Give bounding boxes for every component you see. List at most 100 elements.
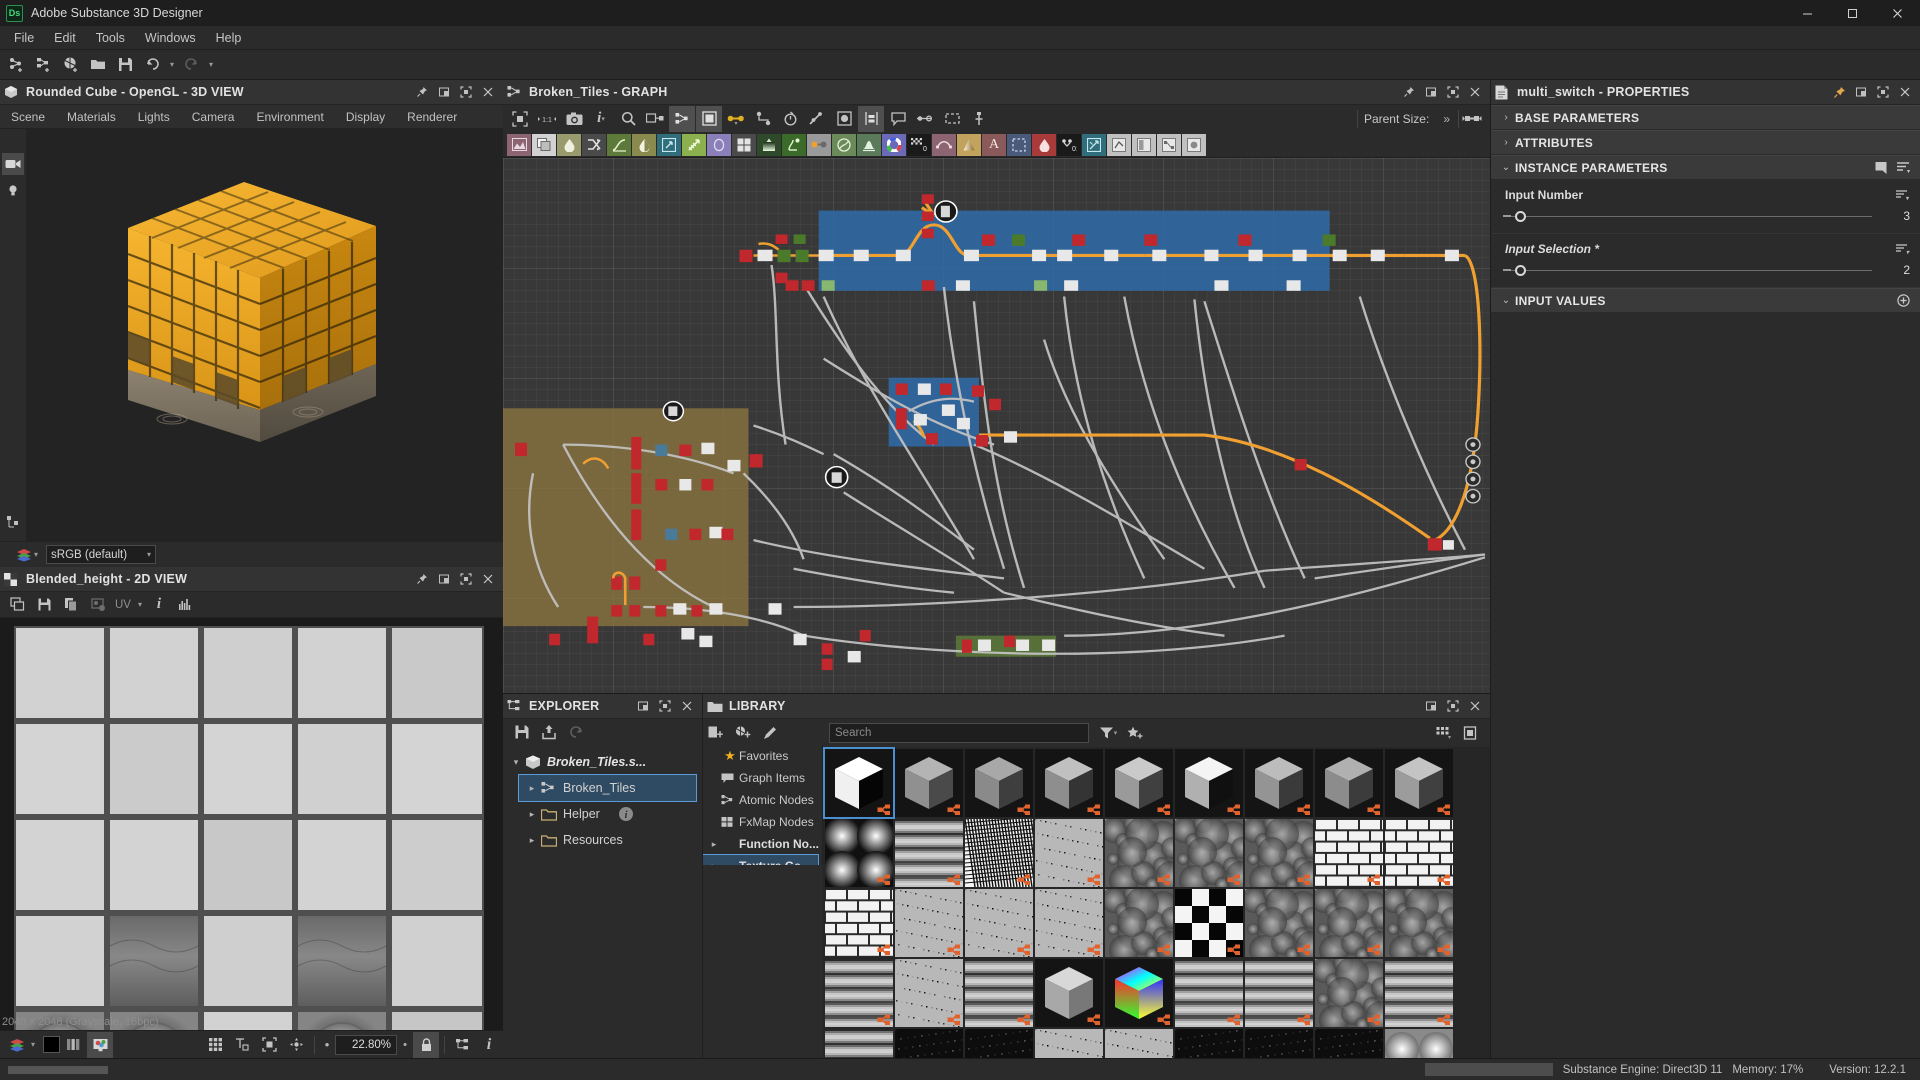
- chevron-right-icon[interactable]: ▸: [523, 809, 541, 820]
- section-input-values[interactable]: ⌄ INPUT VALUES: [1491, 288, 1920, 313]
- thumb-dirt-noise[interactable]: [895, 889, 963, 957]
- link-creation-mode-icon[interactable]: [642, 106, 668, 132]
- package-plus-icon[interactable]: [58, 52, 84, 78]
- tab-environment[interactable]: Environment: [245, 105, 334, 129]
- hsl-node-button[interactable]: [882, 133, 906, 156]
- thumb-bw-noise[interactable]: [965, 889, 1033, 957]
- info-icon[interactable]: i: [146, 592, 172, 618]
- redo-history-chevron-down-icon[interactable]: ▾: [205, 60, 217, 69]
- svg-node-button[interactable]: [532, 133, 556, 156]
- tile-generator-node-button[interactable]: [732, 133, 756, 156]
- thumb-grunge-4[interactable]: [1385, 889, 1453, 957]
- zoom-1-1-icon[interactable]: 1:1: [534, 106, 560, 132]
- shuffle-node-button[interactable]: [582, 133, 606, 156]
- tree-item-resources[interactable]: ▸ Resources: [519, 827, 702, 853]
- ruler-icon[interactable]: [229, 1032, 255, 1058]
- gradient-map-node-button[interactable]: [957, 133, 981, 156]
- curve-pts-node-button[interactable]: [932, 133, 956, 156]
- color-layers-icon[interactable]: [4, 1032, 30, 1058]
- folder-open-icon[interactable]: [85, 52, 111, 78]
- redo-icon[interactable]: [178, 52, 204, 78]
- tab-renderer[interactable]: Renderer: [396, 105, 468, 129]
- param-input-selection-value[interactable]: 2: [1882, 263, 1910, 277]
- thumb-cells-3[interactable]: [1245, 749, 1313, 817]
- thumb-brick-1[interactable]: [1315, 819, 1383, 887]
- thumb-shape-cube[interactable]: [823, 747, 895, 819]
- save-icon[interactable]: [509, 719, 535, 745]
- mirror-node-button[interactable]: [1132, 133, 1156, 156]
- thumb-brick-3[interactable]: [825, 889, 893, 957]
- chevron-right-icon[interactable]: ▸: [707, 861, 721, 866]
- thumb-grunge-3[interactable]: [1315, 889, 1383, 957]
- tweak-icon[interactable]: [804, 106, 830, 132]
- slider-knob[interactable]: [1515, 210, 1526, 222]
- pin-icon[interactable]: [1828, 81, 1850, 103]
- restore-icon[interactable]: [632, 695, 654, 717]
- thumb-clouds-3[interactable]: [1245, 819, 1313, 887]
- menu-windows[interactable]: Windows: [135, 26, 206, 50]
- pan-icon[interactable]: [283, 1032, 309, 1058]
- thumb-white-noise[interactable]: [1035, 889, 1103, 957]
- bookmark-icon[interactable]: [1870, 157, 1892, 179]
- thumb-fine-noise[interactable]: [1035, 819, 1103, 887]
- tab-camera[interactable]: Camera: [181, 105, 246, 129]
- info-icon[interactable]: i ▾: [588, 106, 614, 132]
- section-base-parameters[interactable]: › BASE PARAMETERS: [1491, 105, 1920, 130]
- snapshot-icon[interactable]: [561, 106, 587, 132]
- section-attributes[interactable]: › ATTRIBUTES: [1491, 130, 1920, 155]
- close-button[interactable]: [1875, 0, 1920, 26]
- chevron-right-icon[interactable]: ▸: [707, 839, 721, 850]
- close-icon[interactable]: [676, 695, 698, 717]
- black-swatch[interactable]: [43, 1036, 60, 1053]
- color-profile-select[interactable]: sRGB (default) ▾: [46, 545, 157, 564]
- normal-node-button[interactable]: [832, 133, 856, 156]
- thumb-streaks-2[interactable]: [1245, 959, 1313, 1027]
- favorite-add-icon[interactable]: [1122, 720, 1148, 746]
- restore-icon[interactable]: [433, 81, 455, 103]
- tree-item-package[interactable]: ▾ Broken_Tiles.s...: [503, 749, 702, 775]
- levels-node-button[interactable]: [632, 133, 656, 156]
- menu-edit[interactable]: Edit: [44, 26, 86, 50]
- thumb-cells-4[interactable]: [1315, 749, 1383, 817]
- channels-icon[interactable]: [60, 1032, 86, 1058]
- preview-icon[interactable]: [831, 106, 857, 132]
- restore-icon[interactable]: [1850, 81, 1872, 103]
- frame-icon[interactable]: [939, 106, 965, 132]
- tab-materials[interactable]: Materials: [56, 105, 127, 129]
- histogram-node-button[interactable]: [857, 133, 881, 156]
- menu-tools[interactable]: Tools: [86, 26, 135, 50]
- info-icon[interactable]: i: [476, 1032, 502, 1058]
- thumb-streaks-4[interactable]: [825, 1029, 893, 1058]
- thumb-dark-noise[interactable]: [895, 1029, 963, 1058]
- tree-item-helper[interactable]: ▸ Helper i: [519, 801, 702, 827]
- graph-plus-icon[interactable]: [4, 52, 30, 78]
- restore-icon[interactable]: [433, 568, 455, 590]
- grid-view-icon[interactable]: ▾: [1430, 720, 1456, 746]
- section-instance-parameters[interactable]: ⌄ INSTANCE PARAMETERS ▾: [1491, 155, 1920, 180]
- light-icon[interactable]: [2, 179, 24, 201]
- blend-node-button[interactable]: [557, 133, 581, 156]
- list-menu-icon[interactable]: ▾: [1895, 189, 1910, 201]
- thumb-gradient-cube[interactable]: [1175, 749, 1243, 817]
- maximize-icon[interactable]: [1872, 81, 1894, 103]
- uniform-color-node-button[interactable]: [807, 133, 831, 156]
- list-menu-icon[interactable]: ▾: [1892, 157, 1914, 179]
- tab-lights[interactable]: Lights: [127, 105, 181, 129]
- layer-stack-icon[interactable]: [696, 105, 722, 132]
- library-item-texture-generators[interactable]: ▸ Texture Ge...: [703, 854, 819, 866]
- tiling-grid-icon[interactable]: [202, 1032, 228, 1058]
- thumb-cells[interactable]: [895, 749, 963, 817]
- library-item-fxmap-nodes[interactable]: FxMap Nodes: [703, 811, 822, 833]
- color-layers-icon[interactable]: ▾: [16, 548, 38, 562]
- thumb-grain[interactable]: [1035, 1029, 1103, 1058]
- thumb-clouds-2[interactable]: [1175, 819, 1243, 887]
- thumb-dark-3[interactable]: [1175, 1029, 1243, 1058]
- chevron-right-icon[interactable]: ▸: [523, 783, 541, 794]
- thumb-cells-2[interactable]: [1105, 749, 1173, 817]
- library-thumbnail-grid[interactable]: [823, 747, 1490, 1058]
- thumb-dark-5[interactable]: [1315, 1029, 1383, 1058]
- chevron-down-icon[interactable]: ▾: [507, 757, 525, 768]
- tree-item-broken-tiles[interactable]: ▸ Broken_Tiles: [518, 774, 697, 802]
- uv-toggle-icon[interactable]: [85, 592, 111, 618]
- blur-node-button[interactable]: [707, 133, 731, 156]
